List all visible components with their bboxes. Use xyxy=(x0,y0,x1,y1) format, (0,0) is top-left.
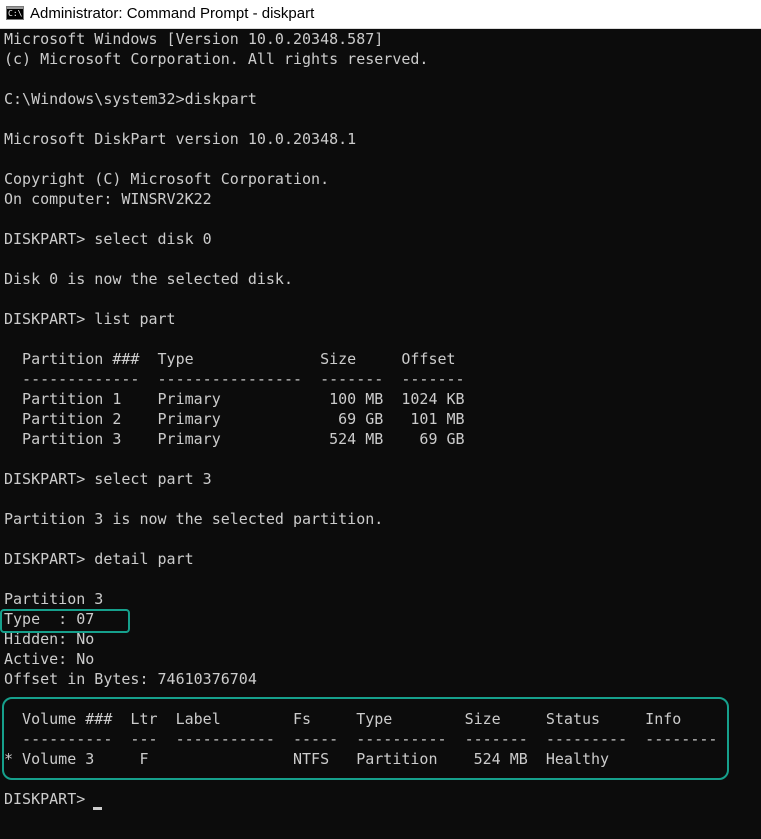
console-line: Copyright (C) Microsoft Corporation. xyxy=(4,170,330,188)
volume-table-highlight xyxy=(2,697,729,780)
console-line: On computer: WINSRV2K22 xyxy=(4,190,212,208)
console-line: (c) Microsoft Corporation. All rights re… xyxy=(4,50,429,68)
console-line: DISKPART> detail part xyxy=(4,550,194,568)
console-line: Microsoft Windows [Version 10.0.20348.58… xyxy=(4,30,384,48)
console-line: Partition 3 is now the selected partitio… xyxy=(4,510,384,528)
console-line: DISKPART> select disk 0 xyxy=(4,230,212,248)
console-line: Disk 0 is now the selected disk. xyxy=(4,270,293,288)
partition-table-header: Partition ### Type Size Offset xyxy=(4,350,456,368)
console-line: Partition 3 xyxy=(4,590,104,608)
partition-table-row: Partition 2 Primary 69 GB 101 MB xyxy=(4,410,465,428)
console-line: Microsoft DiskPart version 10.0.20348.1 xyxy=(4,130,357,148)
partition-type-highlight xyxy=(0,609,130,633)
console-output-area[interactable]: Microsoft Windows [Version 10.0.20348.58… xyxy=(0,29,761,839)
partition-table-row: Partition 1 Primary 100 MB 1024 KB xyxy=(4,390,465,408)
console-icon: C:\. xyxy=(6,6,24,20)
console-line: DISKPART> select part 3 xyxy=(4,470,212,488)
partition-table-row: Partition 3 Primary 524 MB 69 GB xyxy=(4,430,465,448)
partition-table-divider: ------------- ---------------- ------- -… xyxy=(4,370,465,388)
console-line: C:\Windows\system32>diskpart xyxy=(4,90,257,108)
text-cursor xyxy=(93,807,102,810)
command-prompt-line[interactable]: DISKPART> xyxy=(4,789,94,809)
console-line: DISKPART> list part xyxy=(4,310,176,328)
console-line: Offset in Bytes: 74610376704 xyxy=(4,670,257,688)
console-line: Active: No xyxy=(4,650,95,668)
title-bar[interactable]: C:\. Administrator: Command Prompt - dis… xyxy=(0,0,761,29)
window-title: Administrator: Command Prompt - diskpart xyxy=(30,5,315,22)
